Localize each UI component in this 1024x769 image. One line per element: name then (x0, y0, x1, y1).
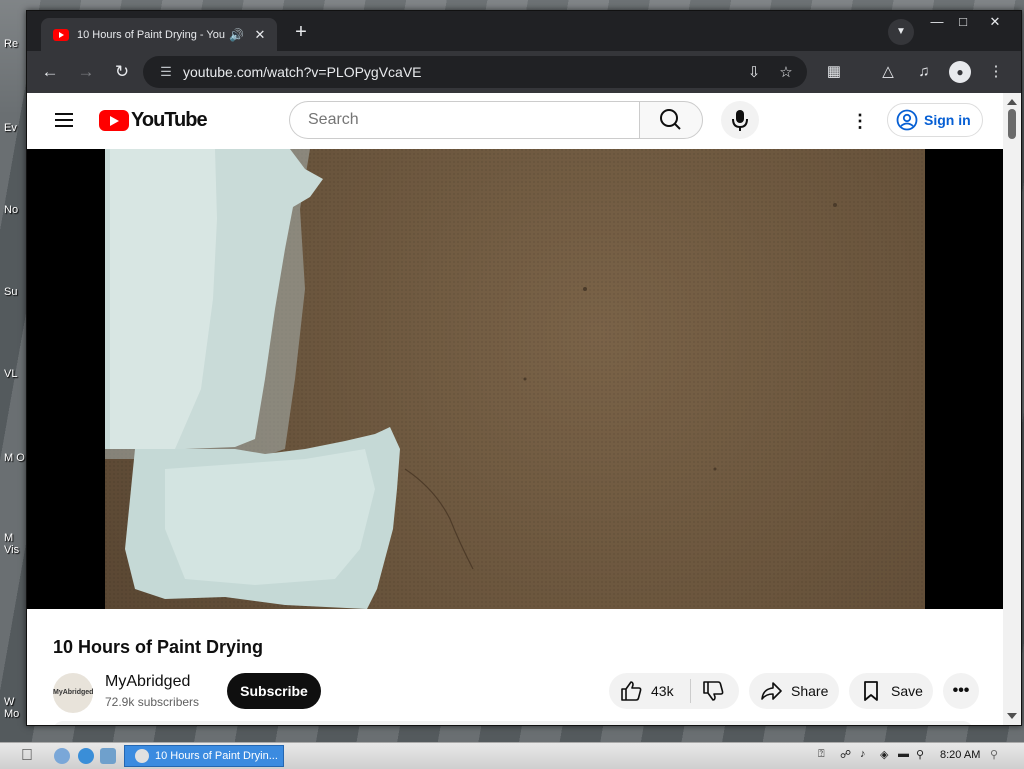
desktop-icon-label[interactable]: VL (4, 368, 26, 380)
channel-row: MyAbridged MyAbridged 72.9k subscribers … (53, 671, 983, 715)
taskbar-button-label: 10 Hours of Paint Dryin... (155, 750, 278, 762)
thumbs-down-icon[interactable] (701, 679, 725, 703)
channel-name[interactable]: MyAbridged (105, 673, 190, 691)
quicklaunch-ie-icon[interactable] (78, 748, 94, 764)
search-box[interactable] (289, 101, 639, 139)
desktop-icon-label[interactable]: Su (4, 286, 26, 298)
like-divider (689, 679, 691, 703)
maximize-button[interactable]: □ (951, 13, 975, 31)
search-icon (660, 109, 681, 130)
description-box[interactable] (53, 721, 973, 725)
browser-tab[interactable]: 10 Hours of Paint Drying - YouTube 🔊 ✕ (41, 18, 277, 51)
start-apple-icon[interactable]:  (18, 747, 36, 765)
minimize-button[interactable]: — (925, 13, 949, 31)
tab-bar: 10 Hours of Paint Drying - YouTube 🔊 ✕ +… (27, 11, 1021, 51)
profile-avatar-icon[interactable]: ● (949, 61, 971, 83)
user-circle-icon (896, 109, 918, 131)
sign-in-label: Sign in (924, 112, 971, 128)
speaker-icon[interactable]: 🔊 (229, 28, 245, 42)
labs-flask-icon[interactable]: △ (877, 61, 899, 83)
subscriber-count: 72.9k subscribers (105, 695, 200, 709)
desktop-icon-label[interactable]: W Mo (4, 696, 26, 720)
hamburger-menu-icon[interactable] (55, 113, 73, 127)
video-title: 10 Hours of Paint Drying (53, 637, 264, 657)
sign-in-button[interactable]: Sign in (887, 103, 983, 137)
subscribe-button[interactable]: Subscribe (227, 673, 321, 709)
more-horizontal-icon: ••• (952, 682, 970, 699)
youtube-favicon-icon (53, 28, 69, 41)
security-shield-tray-icon[interactable]: ◈ (880, 748, 888, 761)
browser-window: 10 Hours of Paint Drying - YouTube 🔊 ✕ +… (26, 10, 1022, 726)
youtube-logo[interactable]: YouTube (99, 109, 208, 132)
page-scrollbar[interactable] (1003, 93, 1021, 725)
taskbar:  10 Hours of Paint Dryin... ⍰ ☍ ♪ ◈ ▬ ⚲… (0, 742, 1024, 769)
desktop-icon-label[interactable]: Ev (4, 122, 26, 134)
tab-title: 10 Hours of Paint Drying - YouTube (77, 28, 225, 41)
settings-menu-icon[interactable]: ⋮ (851, 112, 869, 130)
scroll-down-arrow-icon[interactable] (1007, 713, 1017, 719)
browser-menu-icon[interactable]: ⋮ (985, 61, 1007, 83)
paint-on-canvas-image (105, 149, 925, 609)
extensions-icon[interactable]: ▦ (823, 61, 845, 83)
video-player[interactable] (27, 149, 1003, 609)
video-frame[interactable] (105, 149, 925, 609)
forward-button[interactable]: → (75, 61, 97, 83)
like-count[interactable]: 43k (651, 683, 674, 699)
browser-toolbar: ← → ↻ ☰ youtube.com/watch?v=PLOPygVcaVE … (27, 51, 1021, 93)
more-actions-button[interactable]: ••• (943, 673, 979, 709)
thumbs-up-icon[interactable] (619, 679, 643, 703)
channel-avatar[interactable]: MyAbridged (53, 673, 93, 713)
share-button[interactable]: Share (749, 673, 839, 709)
network-tray-icon[interactable]: ☍ (840, 748, 851, 761)
url-text[interactable]: youtube.com/watch?v=PLOPygVcaVE (183, 64, 743, 80)
save-button[interactable]: Save (849, 673, 933, 709)
desktop-icon-label[interactable]: M Vis (4, 532, 26, 556)
chrome-icon (135, 749, 149, 763)
power-tray-icon[interactable]: ▬ (898, 748, 909, 760)
reload-button[interactable]: ↻ (111, 61, 133, 83)
new-tab-button[interactable]: + (289, 21, 313, 45)
quicklaunch-globe-icon[interactable] (54, 748, 70, 764)
address-bar[interactable]: ☰ youtube.com/watch?v=PLOPygVcaVE ⇩ ☆ (143, 56, 807, 88)
media-controls-icon[interactable]: ♫ (913, 61, 935, 83)
scroll-thumb[interactable] (1008, 109, 1016, 139)
quicklaunch-window-icon[interactable] (100, 748, 116, 764)
desktop-icon-label[interactable]: M O (4, 452, 26, 464)
magnifier-icon[interactable]: ⚲ (990, 748, 998, 761)
back-button[interactable]: ← (39, 61, 61, 83)
youtube-header: YouTube ⋮ (27, 93, 1003, 149)
save-label: Save (891, 683, 923, 699)
youtube-logo-text: YouTube (131, 109, 208, 131)
share-label: Share (791, 683, 829, 699)
taskbar-browser-button[interactable]: 10 Hours of Paint Dryin... (124, 745, 284, 767)
desktop-icon-label[interactable]: No (4, 204, 26, 216)
youtube-play-logo-icon (99, 110, 129, 131)
youtube-page: YouTube ⋮ (27, 93, 1003, 725)
volume-tray-icon[interactable]: ♪ (860, 748, 866, 760)
like-dislike-group: 43k (609, 673, 739, 709)
bookmark-star-icon[interactable]: ☆ (775, 63, 797, 81)
share-arrow-icon (761, 682, 782, 700)
install-app-icon[interactable]: ⇩ (743, 63, 765, 81)
search-button[interactable] (639, 101, 703, 139)
close-window-button[interactable]: ✕ (983, 13, 1007, 31)
search-input[interactable] (306, 110, 639, 130)
scroll-up-arrow-icon[interactable] (1007, 99, 1017, 105)
close-tab-icon[interactable]: ✕ (251, 27, 269, 43)
desktop-icon-label[interactable]: Re (4, 38, 26, 50)
search-tray-icon[interactable]: ⚲ (916, 748, 924, 761)
bookmark-icon (864, 681, 878, 701)
voice-search-button[interactable] (721, 101, 759, 139)
help-tray-icon[interactable]: ⍰ (818, 748, 825, 761)
microphone-icon (732, 110, 748, 131)
tab-search-button[interactable]: ▼ (888, 19, 914, 45)
taskbar-clock: 8:20 AM (940, 749, 981, 761)
site-info-icon[interactable]: ☰ (155, 64, 177, 80)
